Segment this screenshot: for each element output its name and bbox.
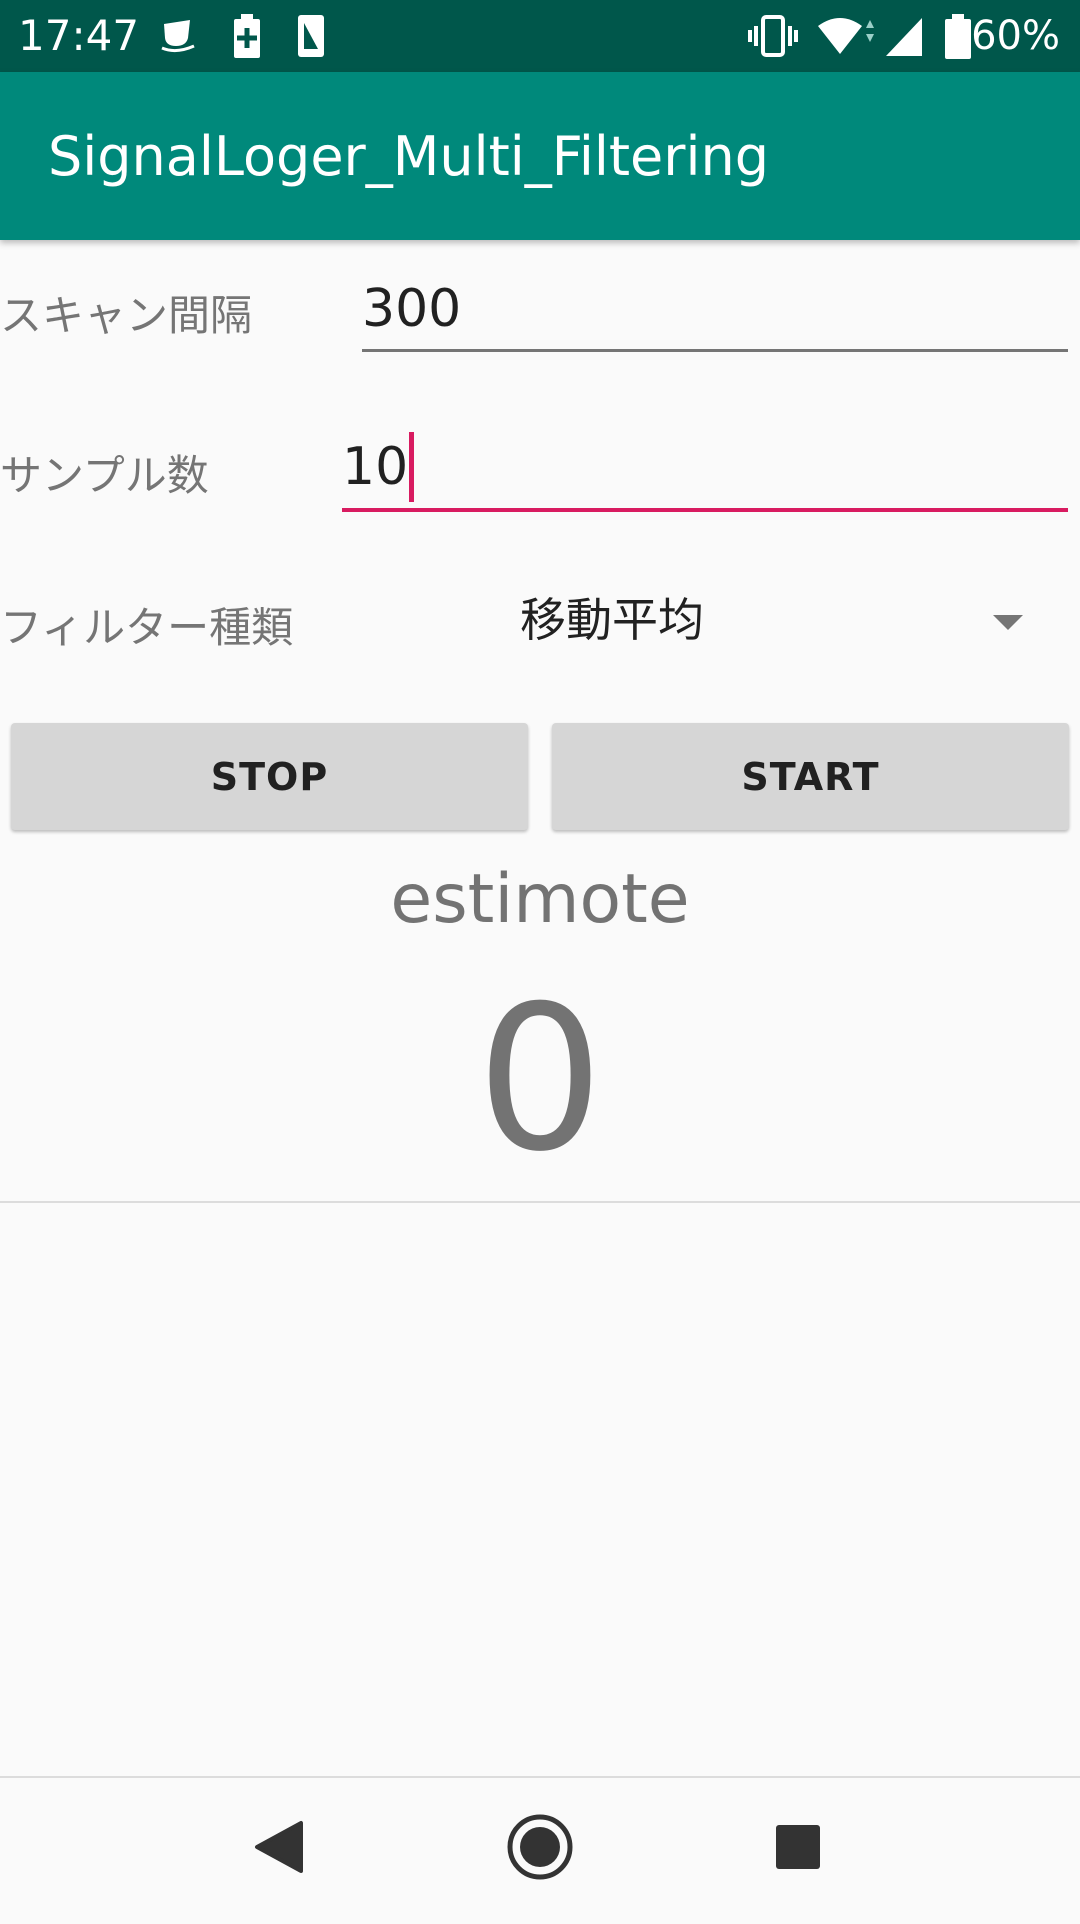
navigation-bar [0, 1778, 1080, 1920]
sample-count-label: サンプル数 [0, 451, 209, 500]
signal-icon [884, 14, 926, 62]
home-icon [507, 1814, 573, 1880]
start-button[interactable]: START [552, 723, 1069, 830]
recents-icon [776, 1825, 820, 1869]
status-bar: 17:47 60% [0, 0, 1080, 72]
content-divider [0, 1201, 1080, 1203]
filter-type-value: 移動平均 [520, 593, 704, 647]
sample-count-underline [342, 508, 1068, 512]
filter-type-label: フィルター種類 [0, 603, 294, 652]
battery-percent: 60% [971, 13, 1060, 59]
vibrate-icon [748, 14, 798, 62]
count-value: 0 [476, 963, 604, 1196]
screenshot-icon [296, 14, 326, 62]
scan-interval-label: スキャン間隔 [0, 291, 253, 340]
battery-saver-icon [232, 14, 262, 62]
battery-icon [944, 14, 972, 64]
dropdown-arrow-icon [993, 615, 1023, 630]
text-cursor [409, 432, 415, 502]
scan-interval-field[interactable]: 300 [362, 274, 461, 344]
app-bar: SignalLoger_Multi_Filtering [0, 72, 1080, 240]
sample-count-field[interactable]: 10 [342, 432, 415, 502]
wifi-icon [816, 14, 874, 62]
app-title: SignalLoger_Multi_Filtering [48, 125, 769, 188]
stop-button[interactable]: STOP [11, 723, 528, 830]
recents-button[interactable] [728, 1778, 868, 1920]
back-button[interactable] [209, 1778, 349, 1920]
scan-interval-underline [362, 349, 1068, 352]
home-button[interactable] [470, 1778, 610, 1920]
device-name: estimote [390, 860, 690, 939]
notification-cup-icon [158, 14, 200, 60]
back-icon [255, 1821, 303, 1873]
status-time: 17:47 [18, 11, 140, 60]
sample-count-value: 10 [342, 437, 409, 497]
